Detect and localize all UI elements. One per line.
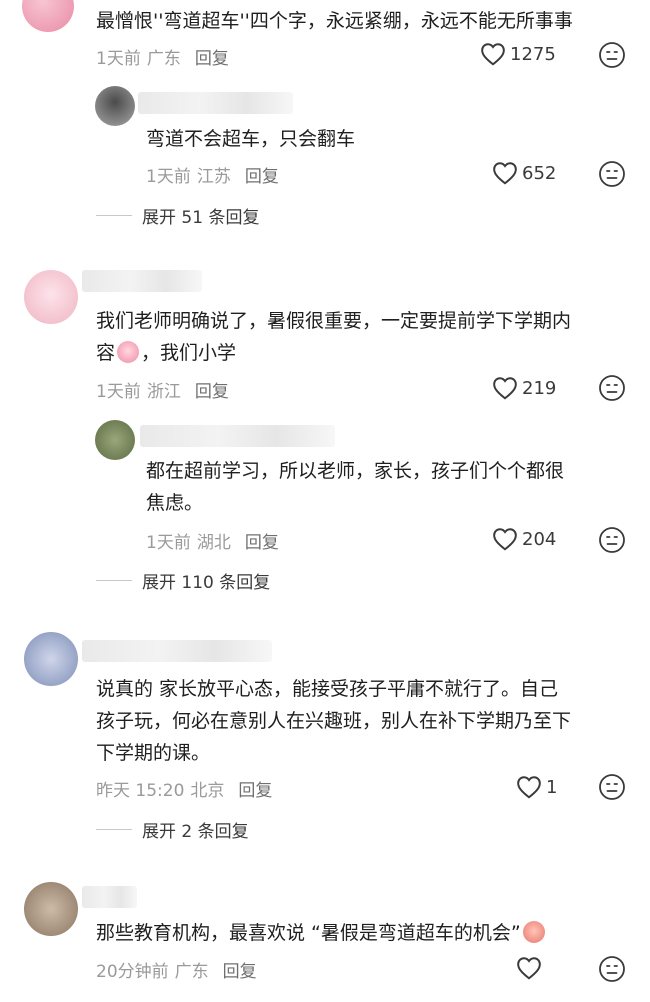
comment-meta: 昨天 15:20 北京 回复 [96, 776, 272, 801]
neutral-face-icon[interactable] [598, 374, 626, 402]
like-count: 204 [522, 528, 557, 550]
expand-label: 展开 2 条回复 [142, 822, 249, 842]
reply-button[interactable]: 回复 [195, 382, 229, 402]
comment-location: 浙江 [146, 382, 181, 402]
like-button[interactable]: 1 [516, 775, 557, 799]
comment-time: 20分钟前 [96, 962, 169, 982]
comment-location: 北京 [190, 781, 225, 801]
comment-text: 那些教育机构，最喜欢说 “暑假是弯道超车的机会” [96, 922, 521, 944]
comment-meta: 20分钟前 广东 回复 [96, 957, 257, 982]
like-button[interactable] [516, 956, 546, 980]
avatar[interactable] [95, 86, 135, 126]
avatar[interactable] [95, 420, 135, 460]
like-count: 652 [522, 162, 557, 184]
comment-time: 1天前 [146, 533, 191, 553]
like-button[interactable]: 204 [492, 527, 556, 551]
username[interactable] [82, 640, 272, 662]
comment-time: 1天前 [96, 49, 141, 69]
comment-location: 广东 [146, 49, 181, 69]
comment-meta: 1天前 江苏 回复 [146, 162, 279, 187]
neutral-face-icon[interactable] [598, 955, 626, 983]
heart-outline-icon [517, 776, 541, 799]
comment-text-line2: 孩子玩，何必在意别人在兴趣班，别人在补下学期乃至下 [96, 710, 572, 732]
comment-meta: 1天前 湖北 回复 [146, 528, 279, 553]
comment-location: 湖北 [196, 533, 231, 553]
comment-text-line3: 下学期的课。 [96, 742, 211, 764]
comment-location: 广东 [174, 962, 209, 982]
avatar[interactable] [24, 882, 78, 936]
like-count: 1 [546, 776, 558, 798]
neutral-face-icon[interactable] [598, 526, 626, 554]
reply-button[interactable]: 回复 [195, 49, 229, 69]
comment-text-line2: 容 ，我们小学 [96, 338, 236, 368]
username[interactable] [82, 270, 202, 292]
avatar[interactable] [24, 270, 78, 324]
expand-label: 展开 51 条回复 [142, 208, 260, 228]
comment-text: 最憎恨''弯道超车''四个字，永远紧绷，永远不能无所事事 [96, 10, 573, 32]
comment-text-part: 容 [96, 342, 116, 364]
divider [96, 829, 132, 830]
like-count: 1275 [510, 43, 556, 65]
reply-button[interactable]: 回复 [245, 533, 279, 553]
like-count: 219 [522, 377, 557, 399]
heart-outline-icon [493, 528, 517, 551]
comment-list: 最憎恨''弯道超车''四个字，永远紧绷，永远不能无所事事 1天前 广东 回复 127… [0, 0, 650, 1002]
comment-meta: 1天前 浙江 回复 [96, 377, 229, 402]
comment-text: 说真的 家长放平心态，能接受孩子平庸不就行了。自己 [96, 678, 559, 700]
neutral-face-icon[interactable] [598, 41, 626, 69]
username[interactable] [82, 886, 137, 908]
comment-time: 1天前 [146, 167, 191, 187]
avatar[interactable] [24, 632, 78, 686]
reply-button[interactable]: 回复 [238, 781, 272, 801]
expand-replies-button[interactable]: 展开 110 条回复 [96, 568, 270, 593]
comment-meta: 1天前 广东 回复 [96, 44, 229, 69]
neutral-face-icon[interactable] [598, 160, 626, 188]
neutral-face-icon[interactable] [598, 773, 626, 801]
smug-emoji-icon [522, 921, 545, 943]
avatar[interactable] [22, 0, 74, 32]
comment-text-part: ，我们小学 [141, 342, 237, 364]
comment-text-line: 那些教育机构，最喜欢说 “暑假是弯道超车的机会” [96, 918, 547, 948]
comment-text-line2: 焦虑。 [146, 492, 204, 514]
username[interactable] [140, 425, 335, 447]
comment-text: 都在超前学习，所以老师，家长，孩子们个个都很 [146, 460, 565, 482]
crying-emoji-icon [117, 341, 140, 363]
like-button[interactable]: 1275 [480, 42, 556, 66]
heart-outline-icon [493, 162, 517, 185]
expand-label: 展开 110 条回复 [142, 573, 271, 593]
reply-button[interactable]: 回复 [245, 167, 279, 187]
expand-replies-button[interactable]: 展开 51 条回复 [96, 203, 259, 228]
reply-button[interactable]: 回复 [223, 962, 257, 982]
heart-outline-icon [481, 43, 505, 66]
heart-outline-icon [493, 377, 517, 400]
like-button[interactable]: 652 [492, 161, 556, 185]
username[interactable] [138, 92, 293, 114]
divider [96, 580, 132, 581]
like-button[interactable]: 219 [492, 376, 556, 400]
comment-time: 昨天 15:20 [96, 781, 185, 801]
heart-outline-icon [517, 957, 541, 980]
expand-replies-button[interactable]: 展开 2 条回复 [96, 817, 249, 842]
comment-text: 我们老师明确说了，暑假很重要，一定要提前学下学期内 [96, 310, 572, 332]
comment-time: 1天前 [96, 382, 141, 402]
divider [96, 215, 132, 216]
comment-location: 江苏 [196, 167, 231, 187]
comment-text: 弯道不会超车，只会翻车 [146, 128, 356, 150]
